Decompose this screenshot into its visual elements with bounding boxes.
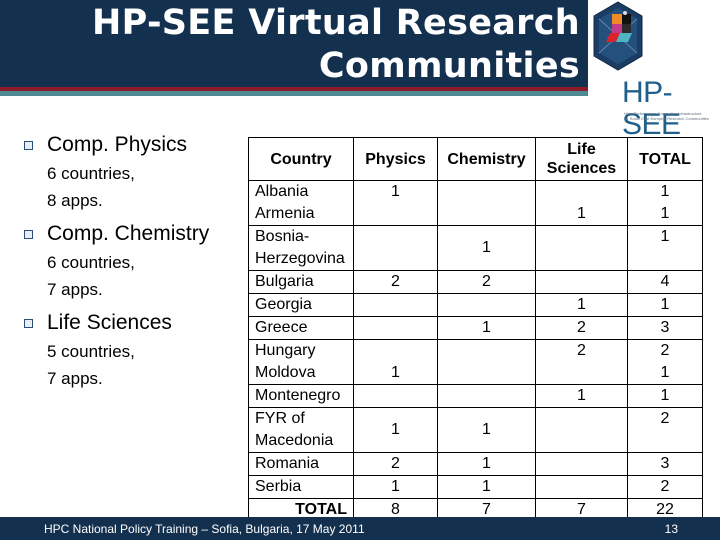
- hp-see-hexagon-logo-icon: [593, 1, 643, 71]
- header-physics: Physics: [353, 137, 438, 181]
- cell-physics: 2: [353, 452, 438, 476]
- table-row: Georgia 1 1: [248, 293, 703, 317]
- square-bullet-icon: [24, 319, 33, 328]
- cell-chemistry: [437, 180, 536, 226]
- cell-country: Greece: [248, 316, 354, 340]
- cell-country: Bosnia- Herzegovina: [248, 225, 354, 271]
- table-row: Albania Armenia 1 1 1 1: [248, 180, 703, 226]
- cell-chemistry: 2: [437, 270, 536, 294]
- square-bullet-icon: [24, 141, 33, 150]
- cell-country: Romania: [248, 452, 354, 476]
- vrc-table: Country Physics Chemistry Life Sciences …: [248, 137, 703, 521]
- table-row: FYR of Macedonia 1 1 2: [248, 407, 703, 453]
- cell-total: 4: [627, 270, 703, 294]
- cell-life: [535, 452, 628, 476]
- cell-physics: 1: [353, 180, 438, 226]
- cell-country: Bulgaria: [248, 270, 354, 294]
- table-row: Hungary Moldova 1 2 2 1: [248, 339, 703, 385]
- bullet-countries: 6 countries,: [47, 253, 135, 272]
- table-row: Serbia 1 1 2: [248, 475, 703, 499]
- bullet-life-sciences: Life Sciences 5 countries, 7 apps.: [22, 308, 172, 392]
- cell-chemistry: [437, 384, 536, 408]
- cell-life: 2: [535, 316, 628, 340]
- bullet-physics: Comp. Physics 6 countries, 8 apps.: [22, 130, 187, 214]
- cell-life: [535, 407, 628, 453]
- cell-life: [535, 225, 628, 271]
- header-chemistry: Chemistry: [437, 137, 536, 181]
- bullet-heading: Comp. Chemistry: [47, 222, 210, 245]
- cell-country: Hungary Moldova: [248, 339, 354, 385]
- cell-total: 3: [627, 316, 703, 340]
- bullet-apps: 8 apps.: [47, 191, 103, 210]
- cell-chemistry: 1: [437, 452, 536, 476]
- bullet-apps: 7 apps.: [47, 280, 103, 299]
- cell-chemistry: 1: [437, 407, 536, 453]
- cell-life: [535, 475, 628, 499]
- cell-physics: 2: [353, 270, 438, 294]
- cell-physics: 1: [353, 407, 438, 453]
- header-life-sciences: Life Sciences: [535, 137, 628, 181]
- cell-total: 1: [627, 384, 703, 408]
- table-row: Montenegro 1 1: [248, 384, 703, 408]
- cell-physics: [353, 316, 438, 340]
- bullet-apps: 7 apps.: [47, 369, 103, 388]
- table-row: Greece 1 2 3: [248, 316, 703, 340]
- footer-bar: HPC National Policy Training – Sofia, Bu…: [0, 517, 720, 540]
- table-row: Bulgaria 2 2 4: [248, 270, 703, 294]
- title-teal-stripe: [0, 91, 588, 96]
- cell-total: 11: [627, 180, 703, 226]
- cell-total: 1: [627, 293, 703, 317]
- header-country: Country: [248, 137, 354, 181]
- cell-chemistry: 1: [437, 316, 536, 340]
- cell-country: Serbia: [248, 475, 354, 499]
- cell-total: 3: [627, 452, 703, 476]
- cell-total: 1: [627, 225, 703, 271]
- slide-title: HP-SEE Virtual Research Communities: [20, 2, 580, 88]
- cell-total: 2: [627, 475, 703, 499]
- cell-total: 21: [627, 339, 703, 385]
- cell-physics: [353, 225, 438, 271]
- hp-see-logo-text: HP-SEE: [622, 76, 681, 141]
- slide-title-line1: HP-SEE Virtual Research: [92, 3, 580, 43]
- square-bullet-icon: [24, 230, 33, 239]
- cell-physics: 1: [353, 339, 438, 385]
- table-row: Romania 2 1 3: [248, 452, 703, 476]
- cell-physics: [353, 293, 438, 317]
- cell-life: 1: [535, 293, 628, 317]
- footer-text: HPC National Policy Training – Sofia, Bu…: [44, 522, 365, 536]
- cell-physics: [353, 384, 438, 408]
- cell-life: [535, 270, 628, 294]
- slide-title-line2: Communities: [318, 46, 580, 86]
- cell-chemistry: [437, 339, 536, 385]
- cell-chemistry: [437, 293, 536, 317]
- cell-chemistry: 1: [437, 225, 536, 271]
- bullet-countries: 6 countries,: [47, 164, 135, 183]
- cell-total: 2: [627, 407, 703, 453]
- bullet-countries: 5 countries,: [47, 342, 135, 361]
- cell-country: FYR of Macedonia: [248, 407, 354, 453]
- header-total: TOTAL: [627, 137, 703, 181]
- page-number: 13: [664, 522, 678, 536]
- table-row: Bosnia- Herzegovina 1 1: [248, 225, 703, 271]
- table-body: Albania Armenia 1 1 1 1 Bosnia- Herzegovina 1 1 Bu…: [248, 180, 703, 499]
- cell-life: 1: [535, 180, 628, 226]
- bullet-chemistry: Comp. Chemistry 6 countries, 7 apps.: [22, 219, 209, 303]
- bullet-heading: Comp. Physics: [47, 133, 188, 156]
- cell-country: Albania Armenia: [248, 180, 354, 226]
- cell-life: 1: [535, 384, 628, 408]
- bullet-heading: Life Sciences: [47, 311, 172, 334]
- cell-chemistry: 1: [437, 475, 536, 499]
- table-header-row: Country Physics Chemistry Life Sciences …: [248, 137, 703, 181]
- cell-country: Montenegro: [248, 384, 354, 408]
- cell-country: Georgia: [248, 293, 354, 317]
- cell-physics: 1: [353, 475, 438, 499]
- hp-see-logo-tagline: High-Performance Computing Infrastructur…: [624, 111, 709, 121]
- cell-life: 2: [535, 339, 628, 385]
